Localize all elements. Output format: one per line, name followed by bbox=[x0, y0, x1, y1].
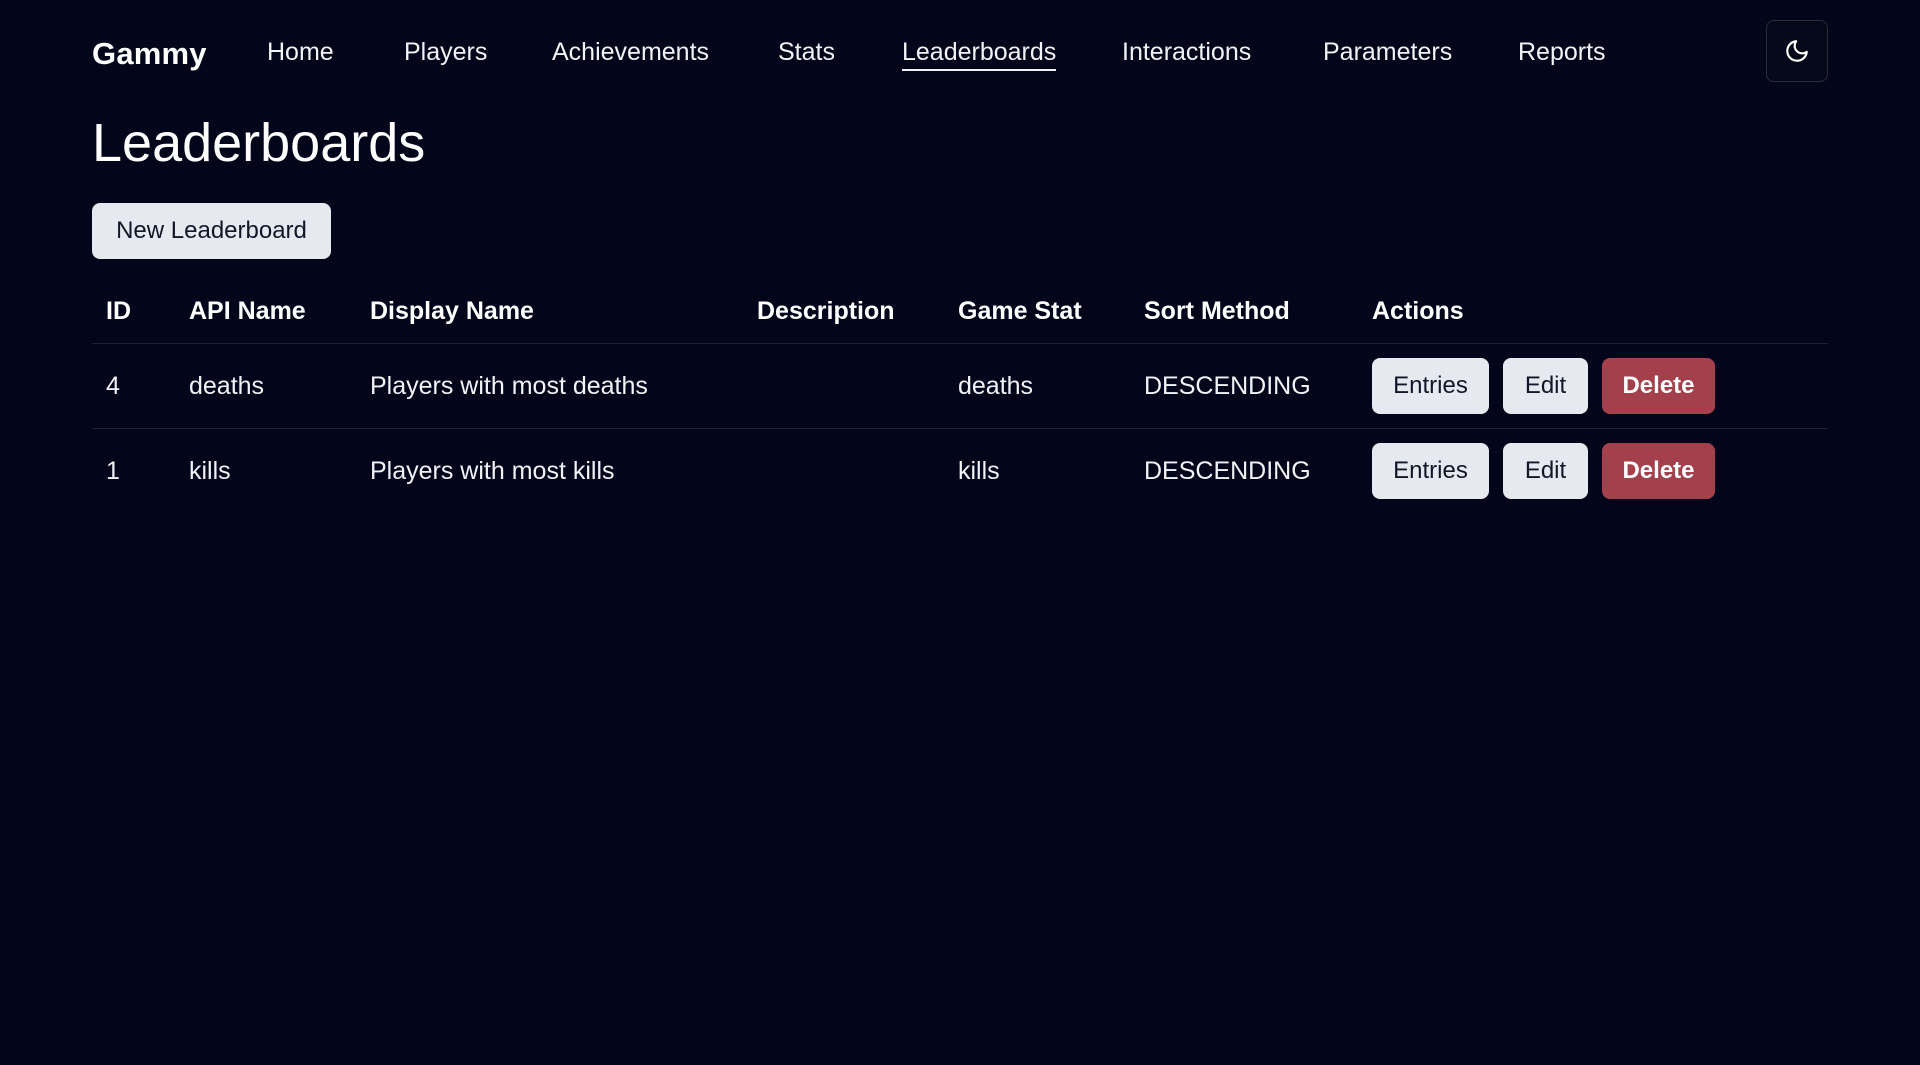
cell-sort-method: DESCENDING bbox=[1144, 456, 1311, 485]
header-api-name: API Name bbox=[175, 280, 356, 344]
page-title: Leaderboards bbox=[92, 113, 426, 173]
cell-display-name: Players with most deaths bbox=[356, 343, 743, 429]
top-navbar: Gammy Home Players Achievements Stats Le… bbox=[92, 20, 1828, 86]
nav-achievements[interactable]: Achievements bbox=[552, 38, 709, 67]
page: Gammy Home Players Achievements Stats Le… bbox=[0, 0, 1920, 1065]
delete-button[interactable]: Delete bbox=[1602, 443, 1715, 499]
nav-players[interactable]: Players bbox=[404, 38, 487, 67]
header-description: Description bbox=[743, 280, 944, 344]
edit-button[interactable]: Edit bbox=[1503, 358, 1588, 414]
new-leaderboard-button[interactable]: New Leaderboard bbox=[92, 203, 331, 259]
cell-description bbox=[743, 343, 944, 429]
leaderboards-table: ID API Name Display Name Description Gam… bbox=[92, 280, 1828, 513]
table-header-row: ID API Name Display Name Description Gam… bbox=[92, 280, 1828, 344]
nav-interactions[interactable]: Interactions bbox=[1122, 38, 1251, 67]
delete-button[interactable]: Delete bbox=[1602, 358, 1715, 414]
cell-sort-method: DESCENDING bbox=[1130, 343, 1358, 429]
nav-reports[interactable]: Reports bbox=[1518, 38, 1606, 67]
cell-game-stat: deaths bbox=[944, 343, 1130, 429]
header-display-name: Display Name bbox=[356, 280, 743, 344]
cell-description bbox=[743, 429, 944, 514]
table-row: 1 kills Players with most kills kills DE… bbox=[92, 429, 1828, 514]
cell-api-name: kills bbox=[189, 456, 231, 485]
entries-button[interactable]: Entries bbox=[1372, 443, 1489, 499]
cell-display-name: Players with most kills bbox=[370, 456, 615, 485]
entries-button[interactable]: Entries bbox=[1372, 358, 1489, 414]
cell-actions: Entries Edit Delete bbox=[1358, 429, 1828, 514]
nav-leaderboards[interactable]: Leaderboards bbox=[902, 38, 1057, 71]
cell-id: 1 bbox=[106, 456, 120, 485]
brand-logo[interactable]: Gammy bbox=[92, 36, 207, 72]
nav-stats[interactable]: Stats bbox=[778, 38, 835, 67]
header-game-stat: Game Stat bbox=[944, 280, 1130, 344]
cell-api-name: deaths bbox=[175, 343, 356, 429]
cell-actions: Entries Edit Delete bbox=[1358, 343, 1828, 429]
header-actions: Actions bbox=[1358, 280, 1828, 344]
table-row: 4 deaths Players with most deaths deaths… bbox=[92, 343, 1828, 429]
cell-game-stat: kills bbox=[958, 456, 1000, 485]
nav-parameters[interactable]: Parameters bbox=[1323, 38, 1452, 67]
header-sort-method: Sort Method bbox=[1130, 280, 1358, 344]
cell-id: 4 bbox=[92, 343, 175, 429]
moon-icon bbox=[1786, 40, 1808, 62]
header-id: ID bbox=[92, 280, 175, 344]
nav-home[interactable]: Home bbox=[267, 38, 334, 67]
edit-button[interactable]: Edit bbox=[1503, 443, 1588, 499]
theme-toggle-button[interactable] bbox=[1766, 20, 1828, 82]
